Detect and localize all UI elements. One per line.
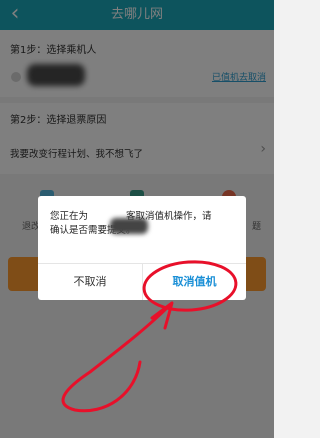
dialog-message: 您正在为 客取消值机操作，请 确认是否需要提交。 bbox=[50, 210, 236, 238]
confirm-dialog: 您正在为 客取消值机操作，请 确认是否需要提交。 不取消 取消值机 bbox=[38, 196, 246, 300]
message-prefix: 您正在为 bbox=[50, 211, 89, 222]
keep-checkin-button[interactable]: 不取消 bbox=[38, 263, 142, 300]
redacted-name bbox=[110, 218, 148, 234]
cancel-checkin-button[interactable]: 取消值机 bbox=[143, 263, 246, 300]
